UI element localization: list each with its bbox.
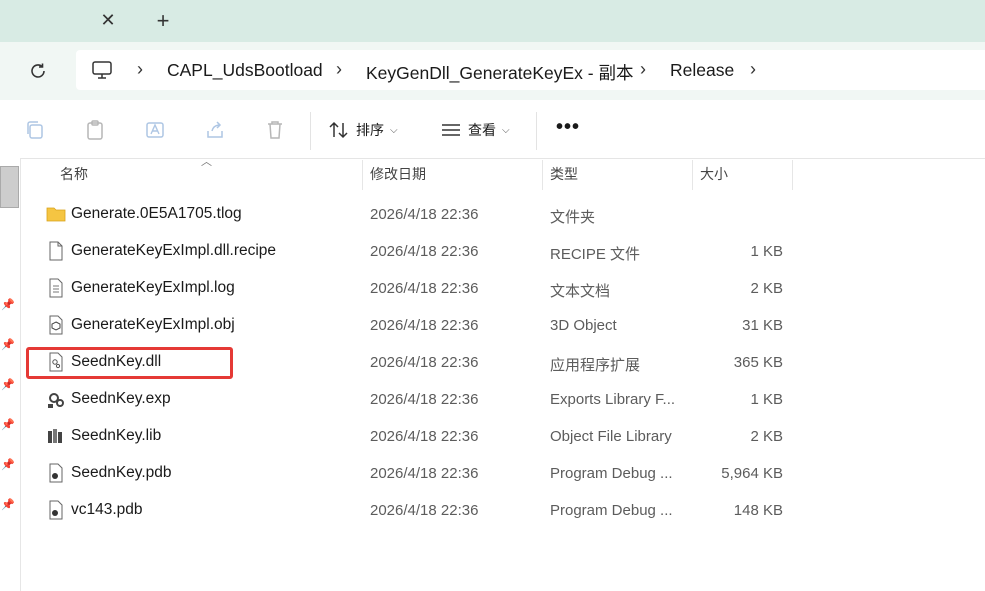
file-type: Object File Library [550,428,672,445]
chevron-down-icon: ⌵ [390,124,398,136]
file-type: Program Debug ... [550,502,673,519]
sort-ascending-icon: ︿ [201,156,212,168]
pin-icon[interactable]: 📌 [1,298,15,311]
folder-icon [46,204,66,224]
file-name: GenerateKeyExImpl.log [71,279,235,296]
file-row[interactable]: GenerateKeyExImpl.log 2026/4/18 22:36 文本文档… [30,270,985,307]
pin-icon[interactable]: 📌 [1,338,15,351]
view-button[interactable]: 查看 ⌵ [440,120,510,140]
copy-icon[interactable] [24,119,46,141]
file-date: 2026/4/18 22:36 [370,317,479,334]
column-header-name[interactable]: 名称 [60,158,88,190]
sort-label: 排序 [356,122,384,138]
pin-icon[interactable]: 📌 [1,378,15,391]
file-name: SeednKey.pdb [71,464,172,481]
pin-icon[interactable]: 📌 [1,498,15,511]
file-size: 31 KB [742,317,783,334]
file-size: 2 KB [750,428,783,445]
file-name: GenerateKeyExImpl.obj [71,316,235,333]
file-type: RECIPE 文件 [550,246,641,263]
breadcrumb-item[interactable]: KeyGenDll_GenerateKeyEx - 副本 [366,60,633,85]
lib-file-icon [46,426,66,446]
file-row[interactable]: SeednKey.lib 2026/4/18 22:36 Object File L… [30,418,985,455]
tab-bar [0,0,985,42]
exp-file-icon [46,389,66,409]
file-icon [46,241,66,261]
column-header-size[interactable]: 大小 [700,158,728,190]
file-size: 365 KB [733,354,783,371]
file-date: 2026/4/18 22:36 [370,428,479,445]
chevron-right-icon[interactable]: › [640,59,646,80]
breadcrumb-item[interactable]: Release [670,60,734,81]
file-size: 5,964 KB [721,465,783,482]
file-row[interactable]: Generate.0E5A1705.tlog 2026/4/18 22:36 文件夹 [30,196,985,233]
sort-icon [329,121,348,139]
pdb-file-icon [46,500,66,520]
file-size: 148 KB [733,502,783,519]
text-file-icon [46,278,66,298]
chevron-right-icon[interactable]: › [750,59,756,80]
paste-icon[interactable] [84,119,106,141]
column-divider[interactable] [362,160,363,190]
refresh-icon[interactable] [27,60,49,82]
pin-icon[interactable]: 📌 [1,418,15,431]
file-date: 2026/4/18 22:36 [370,354,479,371]
navigation-pane[interactable] [0,158,21,591]
file-name: SeednKey.lib [71,427,162,444]
delete-icon[interactable] [264,119,286,141]
chevron-down-icon: ⌵ [502,124,510,136]
computer-icon[interactable] [91,59,113,81]
highlight-box [26,347,233,379]
file-size: 2 KB [750,280,783,297]
file-row[interactable]: GenerateKeyExImpl.obj 2026/4/18 22:36 3D O… [30,307,985,344]
column-divider[interactable] [692,160,693,190]
3d-object-icon [46,315,66,335]
column-divider[interactable] [542,160,543,190]
toolbar-divider [536,112,537,150]
file-name: Generate.0E5A1705.tlog [71,205,242,222]
file-row[interactable]: GenerateKeyExImpl.dll.recipe 2026/4/18 22… [30,233,985,270]
pdb-file-icon [46,463,66,483]
column-header-date[interactable]: 修改日期 [370,158,426,190]
file-date: 2026/4/18 22:36 [370,280,479,297]
file-date: 2026/4/18 22:36 [370,502,479,519]
close-icon[interactable]: ✕ [97,9,119,31]
chevron-right-icon[interactable]: › [336,59,342,80]
column-divider[interactable] [792,160,793,190]
file-row[interactable]: SeednKey.pdb 2026/4/18 22:36 Program Debug… [30,455,985,492]
file-name: GenerateKeyExImpl.dll.recipe [71,242,277,259]
column-header-type[interactable]: 类型 [550,158,578,190]
file-row[interactable]: SeednKey.exp 2026/4/18 22:36 Exports Libra… [30,381,985,418]
file-type: Program Debug ... [550,465,673,482]
share-icon[interactable] [204,119,226,141]
file-name: vc143.pdb [71,501,143,518]
nav-scrollbar-thumb[interactable] [0,166,19,208]
file-type: 3D Object [550,317,617,334]
plus-icon[interactable]: + [151,8,175,33]
file-type: 文本文档 [550,283,611,300]
file-date: 2026/4/18 22:36 [370,206,479,223]
rename-icon[interactable] [144,119,166,141]
file-row[interactable]: vc143.pdb 2026/4/18 22:36 Program Debug ..… [30,492,985,529]
file-date: 2026/4/18 22:36 [370,465,479,482]
toolbar-divider [310,112,311,150]
file-name: SeednKey.exp [71,390,171,407]
file-type: 文件夹 [550,209,596,226]
more-options-button[interactable]: ••• [556,116,580,139]
file-size: 1 KB [750,243,783,260]
pin-icon[interactable]: 📌 [1,458,15,471]
view-icon [442,124,460,136]
sort-button[interactable]: 排序 ⌵ [328,120,398,140]
file-date: 2026/4/18 22:36 [370,391,479,408]
file-type: 应用程序扩展 [550,357,641,374]
breadcrumb-item[interactable]: CAPL_UdsBootload [167,60,323,81]
file-size: 1 KB [750,391,783,408]
file-date: 2026/4/18 22:36 [370,243,479,260]
file-type: Exports Library F... [550,391,676,408]
chevron-right-icon[interactable]: › [137,59,143,80]
view-label: 查看 [468,122,496,138]
